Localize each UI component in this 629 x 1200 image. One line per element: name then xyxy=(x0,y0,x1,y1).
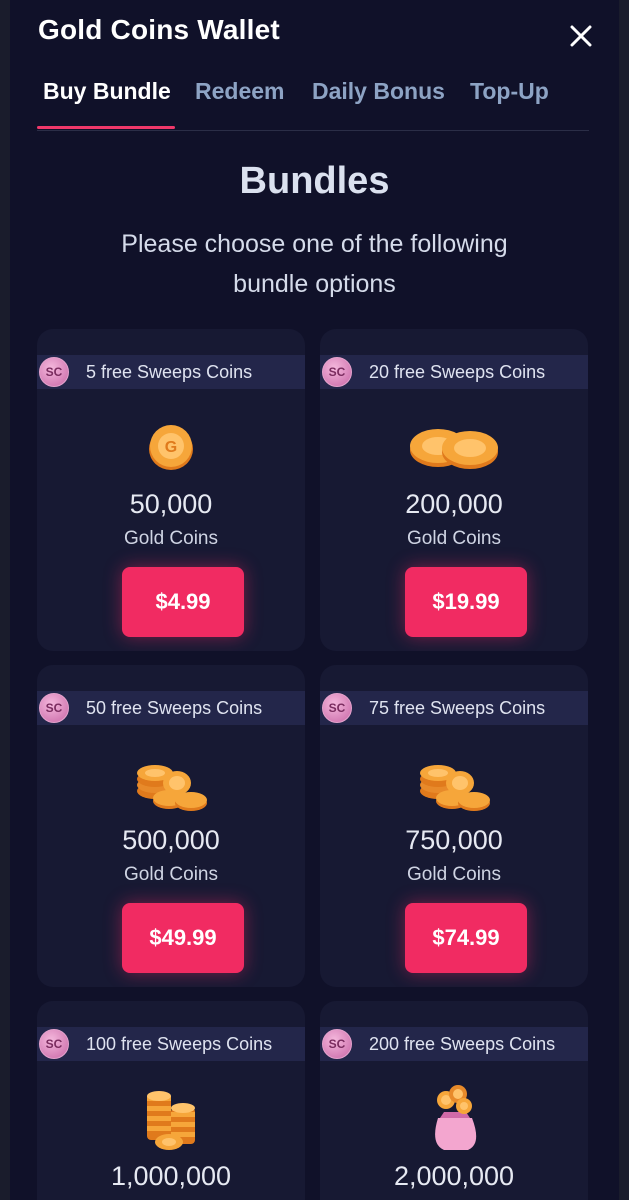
close-icon xyxy=(570,25,592,47)
tab-daily-bonus[interactable]: Daily Bonus xyxy=(312,78,445,128)
bundle-card[interactable]: SC 50 free Sweeps Coins 500,000 Gold Coi… xyxy=(37,665,305,987)
two-gold-coins-icon xyxy=(320,409,588,485)
subheading-line-2: bundle options xyxy=(233,270,396,298)
sweeps-coins-text: 5 free Sweeps Coins xyxy=(86,361,253,382)
tab-buy-bundle[interactable]: Buy Bundle xyxy=(43,78,171,128)
section-heading: Bundles xyxy=(239,160,390,202)
gold-coin-pile-icon xyxy=(37,745,305,821)
active-tab-indicator xyxy=(37,126,175,129)
section-subheading: Please choose one of the following bundl… xyxy=(70,224,559,304)
coin-bag-icon xyxy=(320,1081,588,1157)
gold-coin-amount: 500,000 xyxy=(122,825,220,855)
buy-price-button[interactable]: $4.99 xyxy=(122,567,244,637)
buy-price-button[interactable]: $49.99 xyxy=(122,903,244,973)
bundle-card[interactable]: SC 100 free Sweeps Coins 1,000,000 xyxy=(37,1001,305,1200)
sweeps-coin-badge-icon: SC xyxy=(322,693,352,723)
sweeps-coins-label: SC 50 free Sweeps Coins xyxy=(37,691,305,725)
sweeps-coins-label: SC 75 free Sweeps Coins xyxy=(320,691,588,725)
wallet-modal: Gold Coins Wallet Buy Bundle Redeem Dail… xyxy=(10,0,619,1200)
subheading-line-1: Please choose one of the following xyxy=(121,230,508,258)
gold-coin-unit: Gold Coins xyxy=(124,528,218,549)
bundle-card[interactable]: SC 20 free Sweeps Coins 200,000 Gold Coi… xyxy=(320,329,588,651)
sweeps-coin-badge-icon: SC xyxy=(322,1029,352,1059)
svg-text:G: G xyxy=(165,439,177,456)
tab-redeem[interactable]: Redeem xyxy=(195,78,284,128)
sweeps-coin-badge-icon: SC xyxy=(322,357,352,387)
buy-price-button[interactable]: $74.99 xyxy=(405,903,527,973)
close-button[interactable] xyxy=(563,18,599,54)
gold-coin-unit: Gold Coins xyxy=(407,528,501,549)
bundle-card[interactable]: SC 75 free Sweeps Coins 750,000 Gold Coi… xyxy=(320,665,588,987)
sweeps-coin-badge-icon: SC xyxy=(39,1029,69,1059)
sweeps-coins-text: 20 free Sweeps Coins xyxy=(369,361,546,382)
single-gold-coin-icon: G xyxy=(37,409,305,485)
sweeps-coin-badge-icon: SC xyxy=(39,693,69,723)
gold-coin-unit: Gold Coins xyxy=(407,864,501,885)
gold-coin-amount: 750,000 xyxy=(405,825,503,855)
gold-coin-stacks-icon xyxy=(37,1081,305,1157)
bundle-card[interactable]: SC 200 free Sweeps Coins 2,000,000 xyxy=(320,1001,588,1200)
gold-coin-unit: Gold Coins xyxy=(124,864,218,885)
backdrop-right xyxy=(619,0,629,1200)
modal-title: Gold Coins Wallet xyxy=(38,14,280,45)
sweeps-coins-label: SC 5 free Sweeps Coins xyxy=(37,355,305,389)
buy-price-button[interactable]: $19.99 xyxy=(405,567,527,637)
bundle-card[interactable]: SC 5 free Sweeps Coins G 50,000 Gold Coi… xyxy=(37,329,305,651)
sweeps-coin-badge-icon: SC xyxy=(39,357,69,387)
sweeps-coins-label: SC 20 free Sweeps Coins xyxy=(320,355,588,389)
backdrop-left xyxy=(0,0,10,1200)
sweeps-coins-text: 100 free Sweeps Coins xyxy=(86,1033,273,1054)
modal-header: Gold Coins Wallet xyxy=(38,14,599,54)
sweeps-coins-label: SC 200 free Sweeps Coins xyxy=(320,1027,588,1061)
sweeps-coins-text: 50 free Sweeps Coins xyxy=(86,697,263,718)
gold-coin-amount: 2,000,000 xyxy=(393,1161,515,1191)
gold-coin-amount: 50,000 xyxy=(129,489,213,519)
tab-bar: Buy Bundle Redeem Daily Bonus Top-Up xyxy=(37,78,589,131)
sweeps-coins-label: SC 100 free Sweeps Coins xyxy=(37,1027,305,1061)
gold-coin-amount: 1,000,000 xyxy=(110,1161,232,1191)
sweeps-coins-text: 75 free Sweeps Coins xyxy=(369,697,546,718)
gold-coin-amount: 200,000 xyxy=(405,489,503,519)
sweeps-coins-text: 200 free Sweeps Coins xyxy=(369,1033,556,1054)
tab-top-up[interactable]: Top-Up xyxy=(470,78,549,128)
gold-coin-pile-icon xyxy=(320,745,588,821)
